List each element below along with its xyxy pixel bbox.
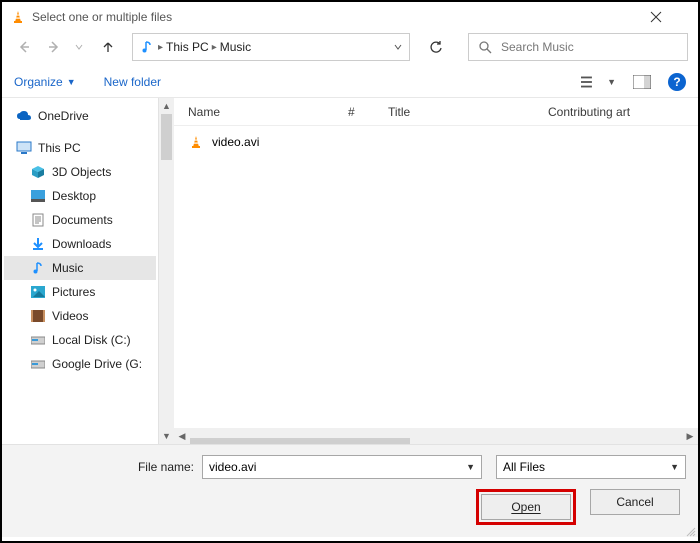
file-horizontal-scrollbar[interactable]: ◀ ▶ bbox=[174, 428, 698, 444]
chevron-down-icon: ▼ bbox=[67, 77, 76, 87]
file-list[interactable]: video.avi bbox=[174, 126, 698, 428]
tree-item-downloads[interactable]: Downloads bbox=[4, 232, 156, 256]
navigation-pane: OneDrive This PC 3D Objects Desktop Docu… bbox=[2, 98, 174, 444]
tree-scrollbar[interactable]: ▲ ▼ bbox=[158, 98, 174, 444]
thispc-icon bbox=[16, 140, 32, 156]
tree-item-desktop[interactable]: Desktop bbox=[4, 184, 156, 208]
open-label: Open bbox=[511, 500, 540, 514]
scroll-right-icon[interactable]: ▶ bbox=[682, 431, 698, 442]
chevron-right-icon: ▸ bbox=[158, 42, 163, 53]
cube-icon bbox=[30, 164, 46, 180]
chevron-down-icon[interactable]: ▼ bbox=[607, 77, 616, 87]
resize-grip-icon[interactable] bbox=[684, 525, 696, 537]
tree-item-localdisk[interactable]: Local Disk (C:) bbox=[4, 328, 156, 352]
disk-icon bbox=[30, 356, 46, 372]
tree-item-3dobjects[interactable]: 3D Objects bbox=[4, 160, 156, 184]
chevron-down-icon[interactable]: ▼ bbox=[670, 462, 679, 472]
column-name[interactable]: Name bbox=[174, 105, 334, 119]
address-dropdown-icon[interactable] bbox=[393, 42, 403, 52]
refresh-button[interactable] bbox=[422, 33, 450, 61]
forward-button[interactable] bbox=[42, 35, 66, 59]
up-button[interactable] bbox=[96, 35, 120, 59]
view-mode-button[interactable] bbox=[581, 73, 601, 91]
window-title: Select one or multiple files bbox=[32, 10, 650, 24]
vlc-cone-icon bbox=[188, 134, 204, 150]
search-icon bbox=[477, 39, 493, 55]
videos-icon bbox=[30, 308, 46, 324]
documents-icon bbox=[30, 212, 46, 228]
desktop-icon bbox=[30, 188, 46, 204]
scroll-down-icon[interactable]: ▼ bbox=[159, 428, 174, 444]
help-icon[interactable]: ? bbox=[668, 73, 686, 91]
tree-item-documents[interactable]: Documents bbox=[4, 208, 156, 232]
tree-label: Documents bbox=[52, 213, 113, 227]
column-title[interactable]: Title bbox=[374, 105, 534, 119]
column-tracknumber[interactable]: # bbox=[334, 105, 374, 119]
filename-label: File name: bbox=[14, 460, 194, 474]
tree-item-videos[interactable]: Videos bbox=[4, 304, 156, 328]
music-icon bbox=[30, 260, 46, 276]
tree-item-pictures[interactable]: Pictures bbox=[4, 280, 156, 304]
open-button[interactable]: Open bbox=[481, 494, 571, 520]
tree-label: Music bbox=[52, 261, 83, 275]
navigation-row: ▸ This PC ▸ Music Search Music bbox=[2, 32, 698, 66]
search-placeholder: Search Music bbox=[501, 40, 574, 54]
back-button[interactable] bbox=[12, 35, 36, 59]
tree-label: 3D Objects bbox=[52, 165, 111, 179]
toolbar: Organize ▼ New folder ▼ ? bbox=[2, 66, 698, 98]
close-icon[interactable] bbox=[650, 11, 690, 23]
titlebar: Select one or multiple files bbox=[2, 2, 698, 32]
file-row[interactable]: video.avi bbox=[174, 130, 698, 154]
vlc-cone-icon bbox=[10, 9, 26, 25]
tree-item-music[interactable]: Music bbox=[4, 256, 156, 280]
scroll-up-icon[interactable]: ▲ bbox=[159, 98, 174, 114]
address-bar[interactable]: ▸ This PC ▸ Music bbox=[132, 33, 410, 61]
column-contributing-artists[interactable]: Contributing art bbox=[534, 105, 698, 119]
music-note-icon bbox=[139, 39, 155, 55]
cancel-button[interactable]: Cancel bbox=[590, 489, 680, 515]
organize-button[interactable]: Organize ▼ bbox=[14, 75, 76, 89]
scroll-left-icon[interactable]: ◀ bbox=[174, 431, 190, 442]
organize-label: Organize bbox=[14, 75, 63, 89]
disk-icon bbox=[30, 332, 46, 348]
filter-value: All Files bbox=[503, 460, 545, 474]
file-list-pane: Name # Title Contributing art video.avi … bbox=[174, 98, 698, 444]
onedrive-icon bbox=[16, 108, 32, 124]
tree-label: Downloads bbox=[52, 237, 111, 251]
filetype-filter[interactable]: All Files ▼ bbox=[496, 455, 686, 479]
tree-label: Google Drive (G: bbox=[52, 357, 142, 371]
filename-input[interactable]: video.avi ▼ bbox=[202, 455, 482, 479]
downloads-icon bbox=[30, 236, 46, 252]
tree-label: OneDrive bbox=[38, 109, 89, 123]
recent-dropdown-icon[interactable] bbox=[72, 35, 86, 59]
tree-label: Videos bbox=[52, 309, 88, 323]
highlight-box: Open bbox=[476, 489, 576, 525]
chevron-right-icon: ▸ bbox=[212, 42, 217, 53]
tree-label: Pictures bbox=[52, 285, 95, 299]
pictures-icon bbox=[30, 284, 46, 300]
footer-panel: File name: video.avi ▼ All Files ▼ Open … bbox=[2, 444, 698, 537]
chevron-down-icon[interactable]: ▼ bbox=[466, 462, 475, 472]
filename-value: video.avi bbox=[209, 460, 256, 474]
tree-item-googledrive[interactable]: Google Drive (G: bbox=[4, 352, 156, 376]
tree-label: This PC bbox=[38, 141, 81, 155]
breadcrumb-music[interactable]: Music bbox=[220, 40, 251, 54]
scroll-thumb[interactable] bbox=[161, 114, 172, 160]
new-folder-label: New folder bbox=[104, 75, 161, 89]
cancel-label: Cancel bbox=[616, 495, 653, 509]
tree-label: Local Disk (C:) bbox=[52, 333, 131, 347]
main-area: OneDrive This PC 3D Objects Desktop Docu… bbox=[2, 98, 698, 444]
tree-item-thispc[interactable]: This PC bbox=[4, 136, 156, 160]
breadcrumb-thispc[interactable]: This PC bbox=[166, 40, 209, 54]
new-folder-button[interactable]: New folder bbox=[104, 75, 161, 89]
preview-pane-button[interactable] bbox=[632, 73, 652, 91]
search-input[interactable]: Search Music bbox=[468, 33, 688, 61]
column-header-row: Name # Title Contributing art bbox=[174, 98, 698, 126]
tree-label: Desktop bbox=[52, 189, 96, 203]
file-name: video.avi bbox=[212, 135, 259, 149]
tree-item-onedrive[interactable]: OneDrive bbox=[4, 104, 156, 128]
